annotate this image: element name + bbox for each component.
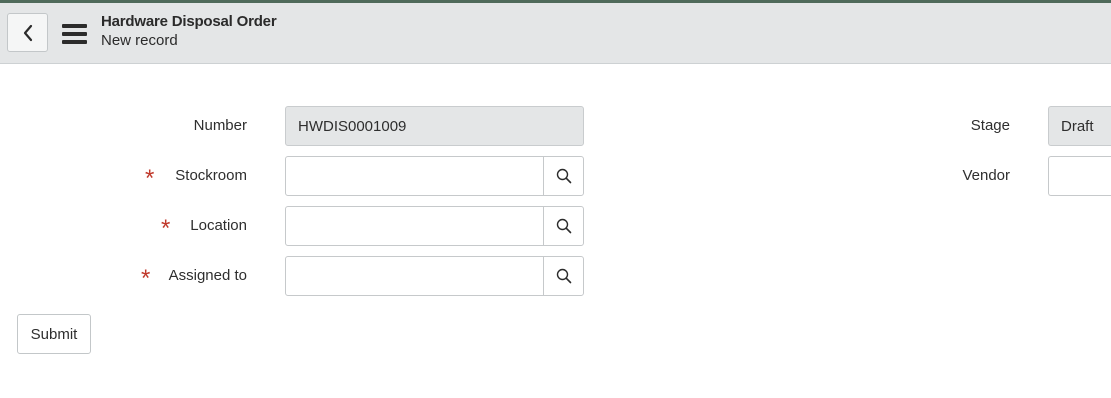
- number-field: HWDIS0001009: [285, 106, 584, 146]
- number-value: HWDIS0001009: [298, 118, 407, 135]
- stockroom-label: Stockroom: [175, 167, 247, 184]
- assigned-to-lookup-button[interactable]: [543, 257, 583, 295]
- vendor-field[interactable]: [1048, 156, 1111, 196]
- vendor-label: Vendor: [962, 167, 1010, 184]
- stage-field[interactable]: Draft: [1048, 106, 1111, 146]
- hamburger-menu-icon[interactable]: [62, 24, 87, 44]
- location-label: Location: [190, 217, 247, 234]
- stage-value: Draft: [1061, 118, 1094, 135]
- search-icon: [556, 268, 571, 284]
- chevron-left-icon: [23, 24, 32, 41]
- assigned-to-label: Assigned to: [168, 267, 247, 284]
- search-icon: [556, 168, 571, 184]
- form-header: Hardware Disposal Order New record: [0, 3, 1111, 64]
- submit-button[interactable]: Submit: [17, 314, 91, 354]
- back-button[interactable]: [7, 13, 48, 52]
- required-indicator-assigned-to: *: [141, 265, 151, 292]
- stage-label: Stage: [970, 117, 1010, 134]
- location-field[interactable]: [285, 206, 584, 246]
- page-subtitle: New record: [101, 32, 178, 49]
- stockroom-field[interactable]: [285, 156, 584, 196]
- location-lookup-button[interactable]: [543, 207, 583, 245]
- page-title: Hardware Disposal Order: [101, 13, 277, 30]
- assigned-to-field[interactable]: [285, 256, 584, 296]
- stockroom-lookup-button[interactable]: [543, 157, 583, 195]
- number-label: Number: [193, 117, 247, 134]
- search-icon: [556, 218, 571, 234]
